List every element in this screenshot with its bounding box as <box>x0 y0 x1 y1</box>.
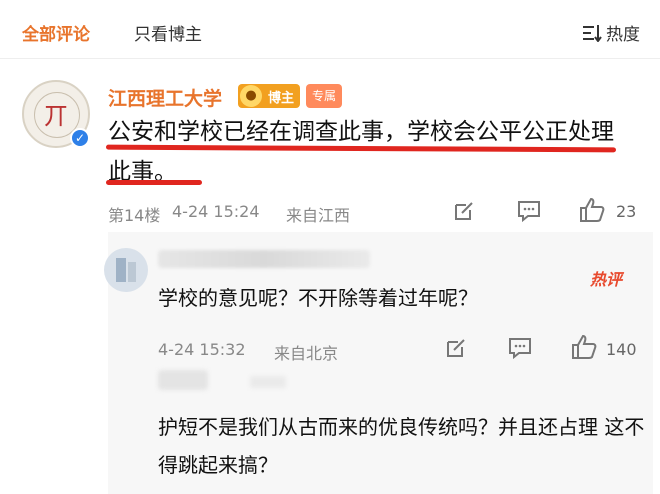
reply-time: 4-24 15:32 <box>158 340 246 359</box>
hot-comment-badge: 热评 <box>590 270 623 289</box>
reply-author-blurred <box>158 250 370 268</box>
avatar-shape <box>128 262 136 282</box>
special-badge: 专属 <box>306 84 343 108</box>
reply-text: 学校的意见呢？不开除等着过年呢？ <box>158 286 478 310</box>
blogger-badge-label: 博主 <box>268 90 295 106</box>
reply-text: 护短不是我们从古而来的优良传统吗？并且还占理 这不得跳起来搞？ <box>158 415 645 477</box>
comment-author[interactable]: 江西理工大学 <box>108 84 222 111</box>
avatar-shape <box>116 258 126 282</box>
avatar-logo: 丌 <box>44 102 68 130</box>
reply-location: 来自北京 <box>274 344 339 363</box>
sort-label: 热度 <box>606 25 640 45</box>
comment-floor: 第14楼 <box>108 206 161 225</box>
tab-blogger-only[interactable]: 只看博主 <box>134 20 202 45</box>
like-count: 23 <box>616 202 637 221</box>
like-icon[interactable] <box>570 333 598 361</box>
blogger-badge: ● 博主 <box>238 84 300 108</box>
sort-by-hot-button[interactable]: 热度 <box>582 20 640 45</box>
verified-icon: ✓ <box>70 128 90 148</box>
reply-author-blurred <box>158 370 208 390</box>
comment-tabs: 全部评论 只看博主 热度 <box>0 0 660 60</box>
comment-icon[interactable] <box>516 199 542 223</box>
tab-all-comments[interactable]: 全部评论 <box>22 20 90 45</box>
comment-icon[interactable] <box>507 336 533 360</box>
cat-icon: ● <box>240 85 262 107</box>
reply-author-blurred <box>250 376 286 388</box>
divider <box>0 58 660 59</box>
reply-avatar[interactable] <box>104 248 148 292</box>
comment-time: 4-24 15:24 <box>172 202 260 221</box>
repost-icon[interactable] <box>444 336 468 360</box>
comment-location: 来自江西 <box>286 206 351 225</box>
sort-icon <box>583 24 602 42</box>
like-icon[interactable] <box>578 196 606 224</box>
repost-icon[interactable] <box>452 199 476 223</box>
red-underline <box>106 180 202 185</box>
like-count: 140 <box>606 340 637 359</box>
